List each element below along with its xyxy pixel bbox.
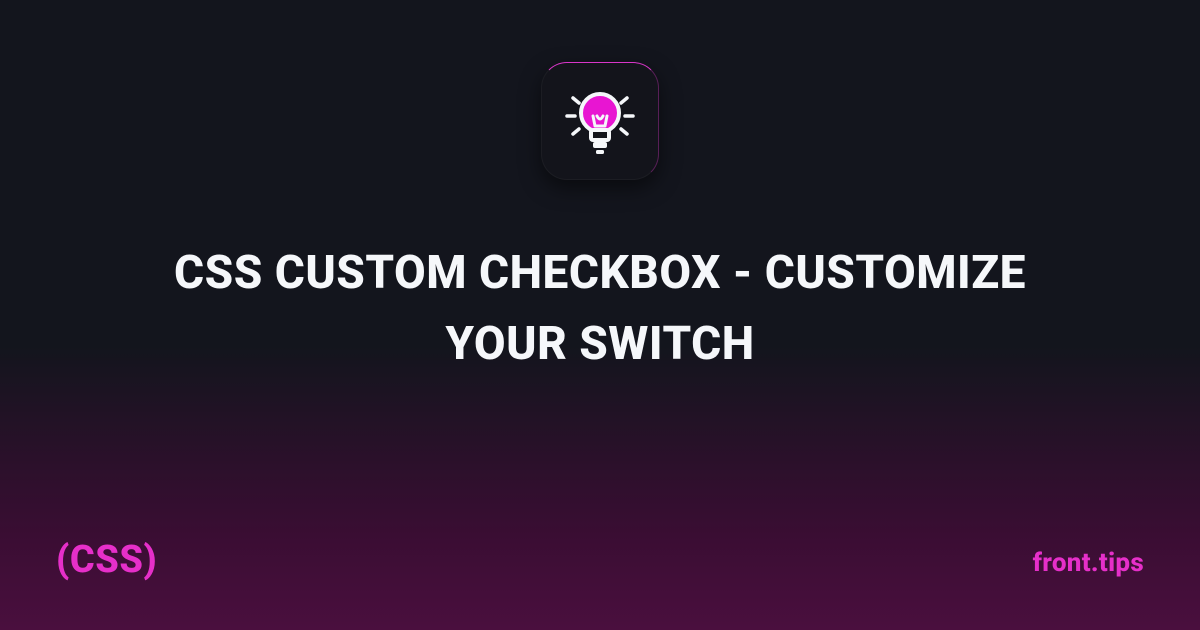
brand-label: front.tips bbox=[1033, 548, 1144, 578]
category-tag: (CSS) bbox=[56, 538, 157, 582]
card-container: CSS CUSTOM CHECKBOX - CUSTOMIZE YOUR SWI… bbox=[0, 0, 1200, 630]
lightbulb-idea-icon bbox=[557, 78, 643, 164]
page-title: CSS CUSTOM CHECKBOX - CUSTOMIZE YOUR SWI… bbox=[150, 238, 1050, 381]
logo-badge bbox=[541, 62, 659, 180]
